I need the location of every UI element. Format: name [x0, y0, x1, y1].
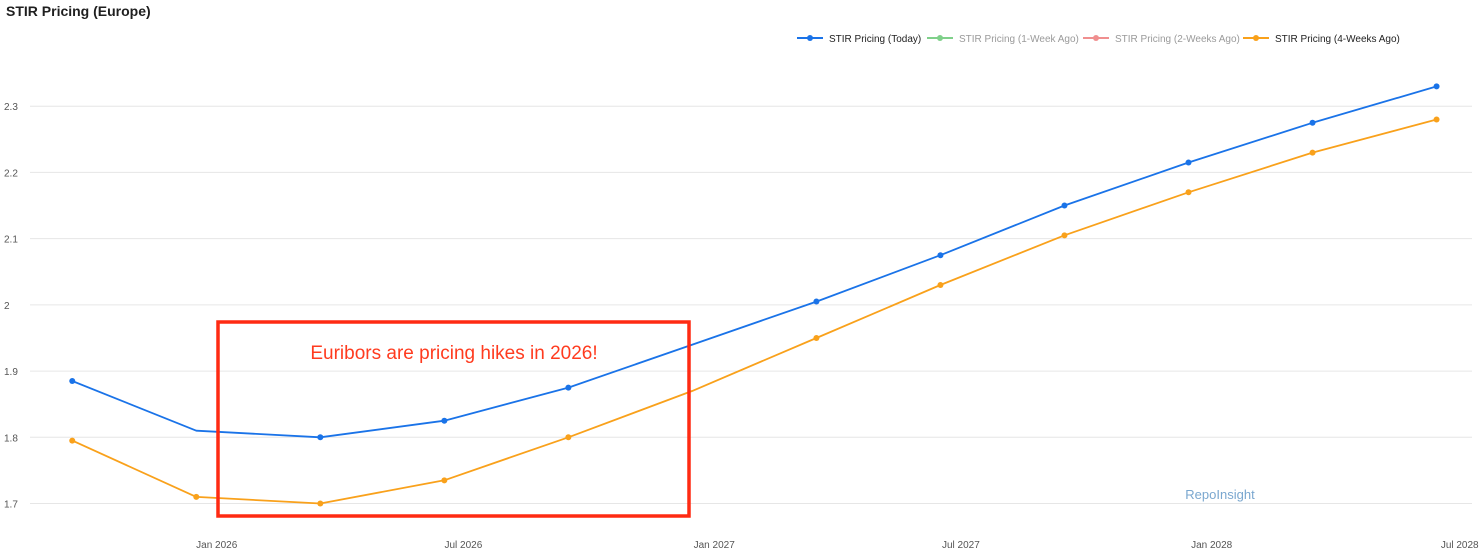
y-tick-label: 2.3	[4, 102, 18, 113]
series-line	[71, 85, 1437, 439]
data-point[interactable]	[565, 434, 572, 441]
legend-label: STIR Pricing (2-Weeks Ago)	[1115, 34, 1240, 45]
legend-swatch-marker	[807, 35, 813, 41]
x-tick-label: Jul 2026	[445, 540, 483, 551]
series-line	[71, 118, 1437, 505]
grid-layer	[30, 105, 1472, 505]
series-0	[69, 83, 1440, 441]
data-point[interactable]	[937, 252, 944, 259]
y-tick-label: 2	[4, 301, 10, 312]
legend-item[interactable]: STIR Pricing (4-Weeks Ago)	[1243, 34, 1400, 45]
legend-swatch-marker	[1093, 35, 1099, 41]
data-point[interactable]	[69, 437, 76, 444]
data-point[interactable]	[1433, 116, 1440, 123]
data-point[interactable]	[69, 378, 76, 385]
y-tick-label: 1.9	[4, 367, 18, 378]
legend-item[interactable]: STIR Pricing (Today)	[797, 34, 921, 45]
data-point[interactable]	[441, 477, 448, 484]
legend-item[interactable]: STIR Pricing (1-Week Ago)	[927, 34, 1079, 45]
watermark: RepoInsight	[1185, 487, 1255, 502]
y-tick-label: 2.1	[4, 235, 18, 246]
data-point[interactable]	[565, 384, 572, 391]
legend-label: STIR Pricing (1-Week Ago)	[959, 34, 1079, 45]
data-point[interactable]	[1061, 202, 1068, 209]
data-point[interactable]	[441, 417, 448, 424]
series-3	[69, 116, 1440, 507]
data-point[interactable]	[1185, 159, 1192, 166]
x-tick-label: Jul 2028	[1441, 540, 1479, 551]
y-tick-label: 1.8	[4, 433, 18, 444]
data-point[interactable]	[1061, 232, 1068, 239]
x-tick-label: Jan 2027	[694, 540, 736, 551]
y-tick-label: 1.7	[4, 500, 18, 511]
data-point[interactable]	[937, 282, 944, 288]
legend-label: STIR Pricing (4-Weeks Ago)	[1275, 34, 1400, 45]
data-point[interactable]	[813, 298, 820, 305]
y-axis: 1.7 1.8 1.9 2 2.1 2.2 2.3	[4, 102, 18, 510]
plot-area	[69, 83, 1440, 507]
data-point[interactable]	[317, 434, 324, 441]
x-tick-label: Jul 2027	[942, 540, 980, 551]
data-point[interactable]	[813, 334, 820, 341]
x-tick-label: Jan 2026	[196, 540, 238, 551]
y-tick-label: 2.2	[4, 168, 18, 179]
data-point[interactable]	[1309, 119, 1316, 126]
legend-swatch-marker	[937, 35, 943, 41]
data-point[interactable]	[317, 500, 324, 507]
x-axis: Jan 2026 Jul 2026 Jan 2027 Jul 2027 Jan 2028…	[196, 540, 1479, 551]
legend-swatch-marker	[1253, 35, 1259, 41]
x-tick-label: Jan 2028	[1191, 540, 1233, 551]
chart-canvas: 1.71.81.922.12.22.3 Jan 2026 Jul 2026 Jan …	[4, 34, 1479, 551]
data-point[interactable]	[1185, 189, 1192, 196]
data-point[interactable]	[1309, 149, 1316, 156]
legend: STIR Pricing (Today) STIR Pricing (1-Week…	[797, 34, 1400, 45]
data-point[interactable]	[193, 493, 200, 500]
legend-label: STIR Pricing (Today)	[829, 34, 921, 45]
legend-item[interactable]: STIR Pricing (2-Weeks Ago)	[1083, 34, 1240, 45]
annotation-text: Euribors are pricing hikes in 2026!	[310, 343, 597, 364]
data-point[interactable]	[1433, 83, 1440, 90]
